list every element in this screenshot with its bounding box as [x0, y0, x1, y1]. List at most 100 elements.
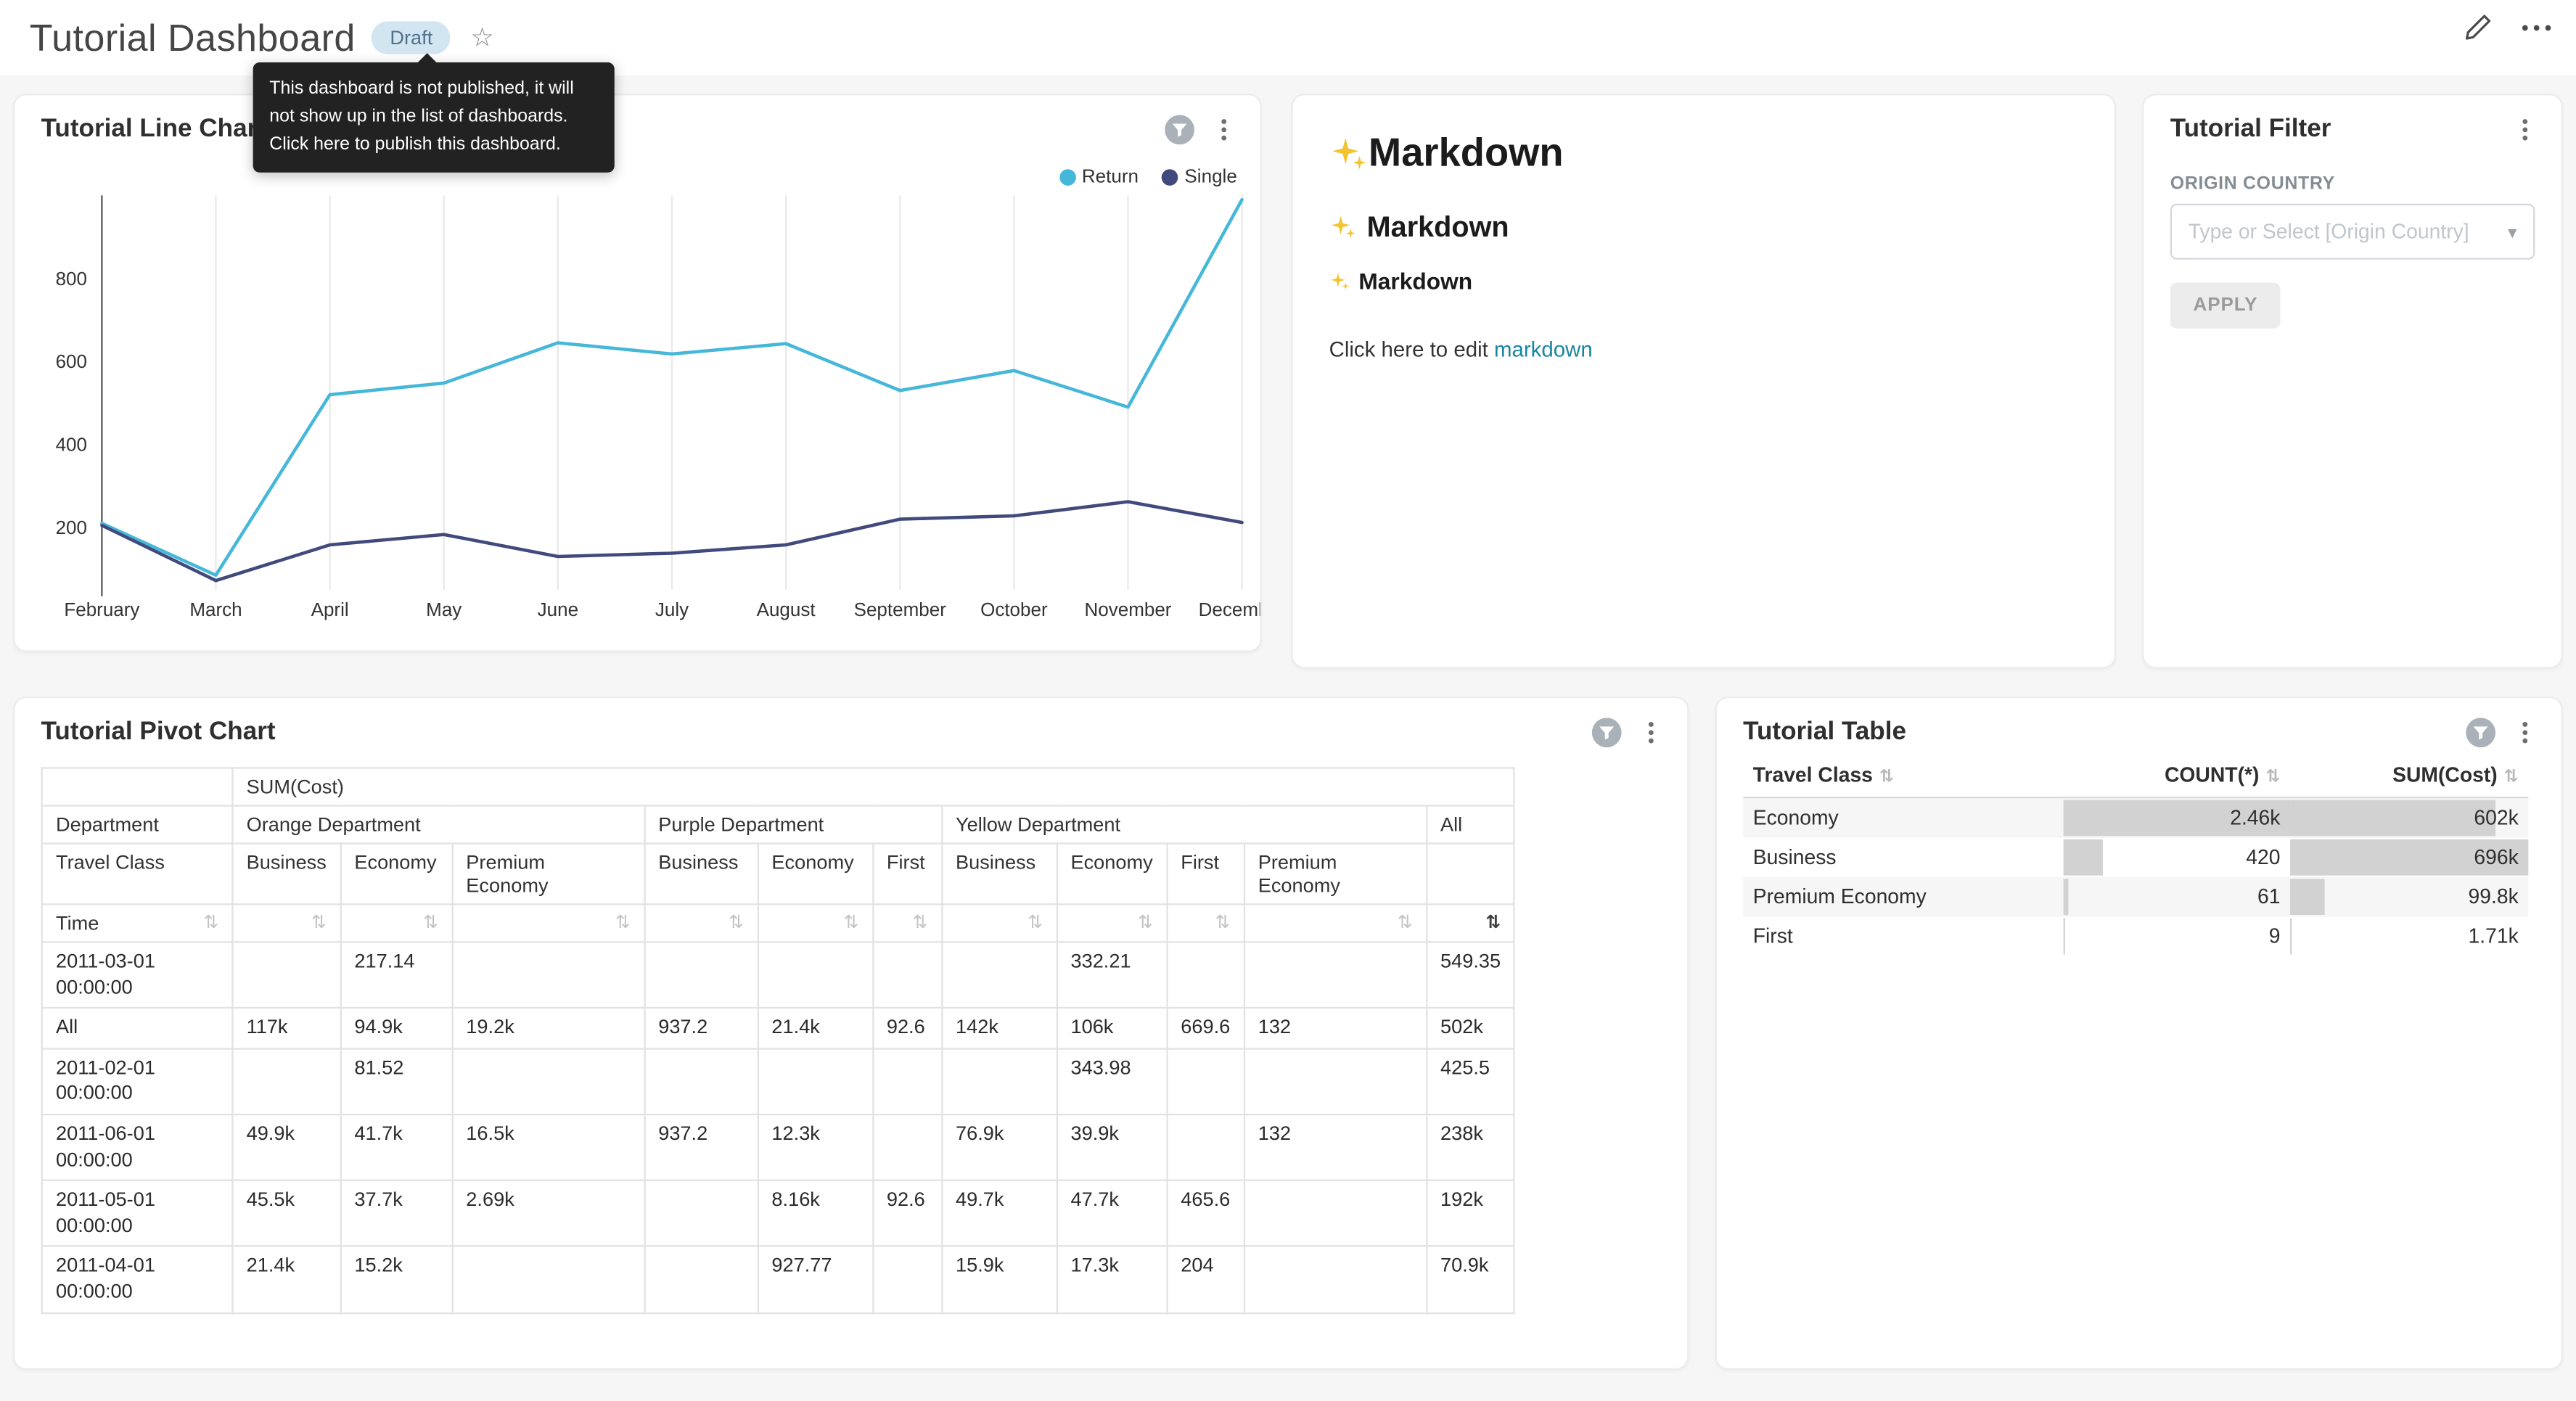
pivot-cell: 465.6 — [1167, 1180, 1244, 1246]
sort-icon[interactable]: ⇅ — [758, 904, 872, 942]
pivot-data-row: 2011-06-01 00:00:0049.9k41.7k16.5k937.21… — [42, 1114, 1515, 1180]
cell-sum-value: 1.71k — [2468, 925, 2518, 948]
legend-dot — [1162, 169, 1178, 186]
markdown-h2: Markdown — [1329, 210, 2078, 245]
pivot-metric-header: SUM(Cost) — [232, 768, 1514, 805]
table-row: First91.71k — [1743, 916, 2528, 956]
legend-label: Single — [1184, 168, 1236, 187]
markdown-h3: Markdown — [1329, 268, 2078, 294]
pivot-data-row: 2011-03-01 00:00:00217.14332.21549.35 — [42, 942, 1515, 1008]
value-bar — [2064, 879, 2070, 915]
cell-count: 61 — [2064, 877, 2290, 916]
pivot-cell — [232, 942, 340, 1008]
svg-text:October: October — [980, 599, 1048, 620]
sort-icon[interactable]: ⇅ — [1427, 904, 1515, 942]
pivot-cell: 21.4k — [758, 1008, 872, 1048]
kebab-menu-icon[interactable] — [2512, 117, 2538, 143]
kebab-menu-icon[interactable] — [1638, 720, 1664, 746]
cell-sum-value: 696k — [2474, 846, 2518, 869]
pivot-time-label: Time — [56, 912, 99, 935]
filter-indicator-icon[interactable] — [2466, 718, 2495, 747]
sort-icon[interactable]: ⇅ — [452, 904, 644, 942]
column-header-label: COUNT(*) — [2165, 764, 2260, 787]
sort-icon[interactable]: ⇅ — [1244, 904, 1426, 942]
kebab-menu-icon[interactable] — [1211, 117, 1237, 143]
sort-icon[interactable]: ⇅ — [873, 904, 942, 942]
chart-legend: Return Single — [1059, 168, 1237, 187]
favorite-star-icon[interactable]: ☆ — [470, 21, 493, 54]
pivot-cell — [452, 1246, 644, 1312]
pivot-cell: 332.21 — [1057, 942, 1167, 1008]
pivot-cell: 49.7k — [942, 1180, 1057, 1246]
markdown-h1: Markdown — [1329, 131, 2078, 177]
apply-button[interactable]: APPLY — [2170, 282, 2281, 328]
pivot-header-row: SUM(Cost) — [42, 768, 1515, 805]
origin-country-select[interactable]: Type or Select [Origin Country] ▾ — [2170, 204, 2535, 260]
chevron-down-icon: ▾ — [2508, 221, 2517, 242]
sort-icon: ⇅ — [1879, 767, 1894, 786]
sort-icon[interactable]: ⇅ — [644, 904, 758, 942]
filter-indicator-icon[interactable] — [1165, 115, 1194, 144]
svg-text:March: March — [189, 599, 242, 620]
pivot-cell: 92.6 — [873, 1008, 942, 1048]
data-table-container: Travel Class⇅COUNT(*)⇅SUM(Cost)⇅Economy2… — [1743, 754, 2528, 956]
pivot-cell: 19.2k — [452, 1008, 644, 1048]
filter-card-icons — [2512, 117, 2538, 143]
pivot-cell — [873, 1246, 942, 1312]
cell-sum: 602k — [2290, 797, 2528, 837]
pivot-travel-class-label: Travel Class — [42, 844, 233, 905]
cell-travel-class: Business — [1743, 838, 2063, 877]
markdown-edit-link[interactable]: markdown — [1494, 337, 1593, 361]
value-bar — [2290, 800, 2496, 837]
pivot-cell: 16.5k — [452, 1114, 644, 1180]
markdown-h2-text: Markdown — [1367, 210, 1509, 245]
column-header-count[interactable]: COUNT(*)⇅ — [2064, 754, 2290, 797]
pivot-cell: 81.52 — [340, 1048, 452, 1114]
kebab-menu-icon[interactable] — [2512, 720, 2538, 746]
pivot-table-container: SUM(Cost)DepartmentOrange DepartmentPurp… — [41, 767, 1516, 1313]
pivot-cell — [942, 942, 1057, 1008]
sort-icon[interactable]: ⇅ — [1057, 904, 1167, 942]
pivot-department-header: Orange Department — [232, 806, 644, 844]
pivot-cell — [452, 942, 644, 1008]
cell-travel-class: Economy — [1743, 797, 2063, 837]
sort-icon[interactable]: ⇅ — [232, 904, 340, 942]
pivot-cell: 12.3k — [758, 1114, 872, 1180]
unpublished-tooltip[interactable]: This dashboard is not published, it will… — [253, 62, 615, 173]
filter-indicator-icon[interactable] — [1592, 718, 1622, 747]
sort-icon[interactable]: ⇅ — [340, 904, 452, 942]
sort-icon: ⇅ — [203, 912, 218, 933]
draft-badge[interactable]: Draft — [372, 21, 451, 54]
sort-icon: ⇅ — [2504, 767, 2519, 786]
pivot-travel-class-header: Premium Economy — [1244, 844, 1426, 905]
filter-card-title: Tutorial Filter — [2170, 115, 2331, 144]
pivot-cell: 92.6 — [873, 1180, 942, 1246]
pivot-travel-class-header: Economy — [340, 844, 452, 905]
sort-icon[interactable]: ⇅ — [1167, 904, 1244, 942]
pivot-cell — [644, 1048, 758, 1114]
pivot-time-header[interactable]: Time ⇅ — [42, 904, 233, 942]
pivot-travel-class-header: First — [873, 844, 942, 905]
pivot-cell: 15.9k — [942, 1246, 1057, 1312]
pivot-travel-class-header: Business — [942, 844, 1057, 905]
edit-dashboard-icon[interactable] — [2463, 12, 2494, 43]
pivot-cell: 937.2 — [644, 1114, 758, 1180]
more-menu-icon[interactable] — [2520, 12, 2553, 43]
pivot-cell: 937.2 — [644, 1008, 758, 1048]
line-chart-plot-area[interactable]: FebruaryMarchAprilMayJuneJulyAugustSepte… — [97, 195, 1247, 633]
column-header-travel-class[interactable]: Travel Class⇅ — [1743, 754, 2063, 797]
pivot-cell: 117k — [232, 1008, 340, 1048]
svg-text:August: August — [757, 599, 816, 620]
column-header-sum[interactable]: SUM(Cost)⇅ — [2290, 754, 2528, 797]
pivot-row-header: 2011-03-01 00:00:00 — [42, 942, 233, 1008]
pivot-cell: 70.9k — [1427, 1246, 1515, 1312]
sort-icon[interactable]: ⇅ — [942, 904, 1057, 942]
line-chart-canvas[interactable]: FebruaryMarchAprilMayJuneJulyAugustSepte… — [97, 195, 1247, 625]
pivot-cell: 76.9k — [942, 1114, 1057, 1180]
svg-text:June: June — [538, 599, 578, 620]
svg-text:December: December — [1199, 599, 1262, 620]
legend-item-single[interactable]: Single — [1162, 168, 1237, 187]
pivot-data-row: 2011-02-01 00:00:0081.52343.98425.5 — [42, 1048, 1515, 1114]
legend-dot — [1059, 169, 1075, 186]
legend-item-return[interactable]: Return — [1059, 168, 1139, 187]
